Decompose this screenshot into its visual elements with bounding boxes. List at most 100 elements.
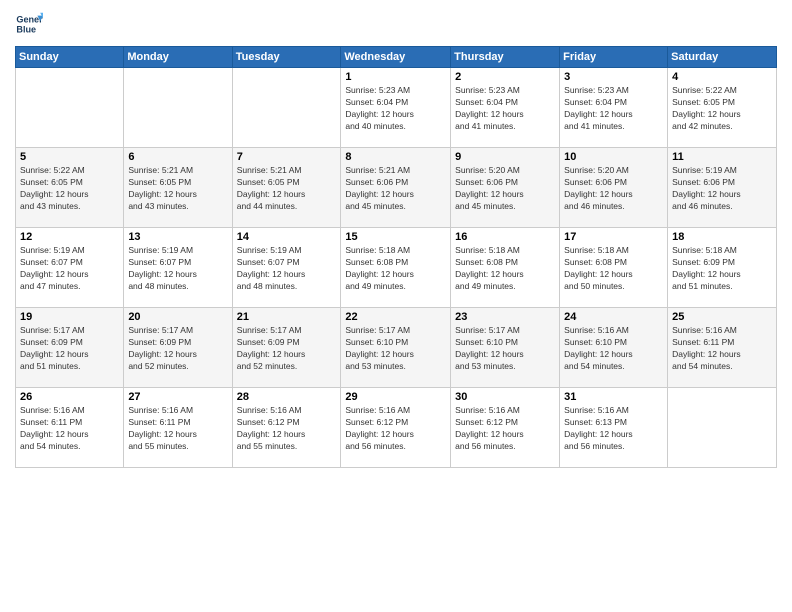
day-info: Sunrise: 5:16 AM Sunset: 6:10 PM Dayligh… <box>564 325 663 373</box>
day-number: 19 <box>20 311 119 323</box>
header-thursday: Thursday <box>451 47 560 68</box>
day-cell <box>124 68 232 148</box>
day-cell: 9 Sunrise: 5:20 AM Sunset: 6:06 PM Daylig… <box>451 148 560 228</box>
day-info: Sunrise: 5:19 AM Sunset: 6:07 PM Dayligh… <box>20 245 119 293</box>
day-cell: 17Sunrise: 5:18 AM Sunset: 6:08 PM Dayli… <box>560 228 668 308</box>
day-number: 25 <box>672 311 772 323</box>
day-info: Sunrise: 5:17 AM Sunset: 6:09 PM Dayligh… <box>128 325 227 373</box>
day-number: 13 <box>128 231 227 243</box>
day-cell: 23Sunrise: 5:17 AM Sunset: 6:10 PM Dayli… <box>451 308 560 388</box>
day-info: Sunrise: 5:21 AM Sunset: 6:06 PM Dayligh… <box>345 165 446 213</box>
day-info: Sunrise: 5:16 AM Sunset: 6:12 PM Dayligh… <box>345 405 446 453</box>
day-cell: 6 Sunrise: 5:21 AM Sunset: 6:05 PM Daylig… <box>124 148 232 228</box>
header-sunday: Sunday <box>16 47 124 68</box>
day-number: 16 <box>455 231 555 243</box>
day-info: Sunrise: 5:17 AM Sunset: 6:10 PM Dayligh… <box>345 325 446 373</box>
week-row-2: 5 Sunrise: 5:22 AM Sunset: 6:05 PM Daylig… <box>16 148 777 228</box>
day-number: 8 <box>345 151 446 163</box>
day-info: Sunrise: 5:18 AM Sunset: 6:09 PM Dayligh… <box>672 245 772 293</box>
day-number: 12 <box>20 231 119 243</box>
day-info: Sunrise: 5:21 AM Sunset: 6:05 PM Dayligh… <box>237 165 337 213</box>
day-number: 3 <box>564 71 663 83</box>
day-info: Sunrise: 5:19 AM Sunset: 6:07 PM Dayligh… <box>128 245 227 293</box>
day-info: Sunrise: 5:22 AM Sunset: 6:05 PM Dayligh… <box>672 85 772 133</box>
day-cell: 15Sunrise: 5:18 AM Sunset: 6:08 PM Dayli… <box>341 228 451 308</box>
day-cell: 19Sunrise: 5:17 AM Sunset: 6:09 PM Dayli… <box>16 308 124 388</box>
day-cell: 30Sunrise: 5:16 AM Sunset: 6:12 PM Dayli… <box>451 388 560 468</box>
day-info: Sunrise: 5:16 AM Sunset: 6:11 PM Dayligh… <box>20 405 119 453</box>
header-monday: Monday <box>124 47 232 68</box>
day-cell: 31Sunrise: 5:16 AM Sunset: 6:13 PM Dayli… <box>560 388 668 468</box>
day-cell <box>668 388 777 468</box>
day-cell: 14 Sunrise: 5:19 AM Sunset: 6:07 PM Dayli… <box>232 228 341 308</box>
day-cell: 18 Sunrise: 5:18 AM Sunset: 6:09 PM Dayli… <box>668 228 777 308</box>
day-info: Sunrise: 5:22 AM Sunset: 6:05 PM Dayligh… <box>20 165 119 213</box>
day-cell: 5 Sunrise: 5:22 AM Sunset: 6:05 PM Daylig… <box>16 148 124 228</box>
day-cell: 29 Sunrise: 5:16 AM Sunset: 6:12 PM Dayli… <box>341 388 451 468</box>
page: General Blue SundayMondayTuesdayWednesda… <box>0 0 792 612</box>
day-number: 4 <box>672 71 772 83</box>
day-number: 10 <box>564 151 663 163</box>
day-info: Sunrise: 5:23 AM Sunset: 6:04 PM Dayligh… <box>455 85 555 133</box>
day-number: 6 <box>128 151 227 163</box>
day-cell: 21 Sunrise: 5:17 AM Sunset: 6:09 PM Dayli… <box>232 308 341 388</box>
day-number: 31 <box>564 391 663 403</box>
day-info: Sunrise: 5:16 AM Sunset: 6:11 PM Dayligh… <box>128 405 227 453</box>
day-number: 27 <box>128 391 227 403</box>
header: General Blue <box>15 10 777 38</box>
day-info: Sunrise: 5:16 AM Sunset: 6:12 PM Dayligh… <box>455 405 555 453</box>
day-info: Sunrise: 5:23 AM Sunset: 6:04 PM Dayligh… <box>345 85 446 133</box>
day-cell <box>16 68 124 148</box>
day-info: Sunrise: 5:20 AM Sunset: 6:06 PM Dayligh… <box>455 165 555 213</box>
header-tuesday: Tuesday <box>232 47 341 68</box>
day-cell: 8 Sunrise: 5:21 AM Sunset: 6:06 PM Daylig… <box>341 148 451 228</box>
day-info: Sunrise: 5:18 AM Sunset: 6:08 PM Dayligh… <box>345 245 446 293</box>
week-row-3: 12 Sunrise: 5:19 AM Sunset: 6:07 PM Dayli… <box>16 228 777 308</box>
day-cell: 10 Sunrise: 5:20 AM Sunset: 6:06 PM Dayli… <box>560 148 668 228</box>
day-info: Sunrise: 5:20 AM Sunset: 6:06 PM Dayligh… <box>564 165 663 213</box>
day-cell: 24 Sunrise: 5:16 AM Sunset: 6:10 PM Dayli… <box>560 308 668 388</box>
day-number: 18 <box>672 231 772 243</box>
day-cell: 25Sunrise: 5:16 AM Sunset: 6:11 PM Dayli… <box>668 308 777 388</box>
day-cell <box>232 68 341 148</box>
day-number: 20 <box>128 311 227 323</box>
logo-icon: General Blue <box>15 10 43 38</box>
header-wednesday: Wednesday <box>341 47 451 68</box>
day-info: Sunrise: 5:19 AM Sunset: 6:07 PM Dayligh… <box>237 245 337 293</box>
day-cell: 13 Sunrise: 5:19 AM Sunset: 6:07 PM Dayli… <box>124 228 232 308</box>
week-row-4: 19 Sunrise: 5:17 AM Sunset: 6:09 PM Dayli… <box>16 308 777 388</box>
header-friday: Friday <box>560 47 668 68</box>
day-cell: 3 Sunrise: 5:23 AM Sunset: 6:04 PM Daylig… <box>560 68 668 148</box>
logo: General Blue <box>15 10 47 38</box>
day-info: Sunrise: 5:23 AM Sunset: 6:04 PM Dayligh… <box>564 85 663 133</box>
day-number: 11 <box>672 151 772 163</box>
day-number: 24 <box>564 311 663 323</box>
week-row-5: 26 Sunrise: 5:16 AM Sunset: 6:11 PM Dayli… <box>16 388 777 468</box>
day-cell: 27 Sunrise: 5:16 AM Sunset: 6:11 PM Dayli… <box>124 388 232 468</box>
day-cell: 20 Sunrise: 5:17 AM Sunset: 6:09 PM Dayli… <box>124 308 232 388</box>
day-number: 14 <box>237 231 337 243</box>
day-number: 17 <box>564 231 663 243</box>
day-info: Sunrise: 5:21 AM Sunset: 6:05 PM Dayligh… <box>128 165 227 213</box>
day-cell: 4 Sunrise: 5:22 AM Sunset: 6:05 PM Daylig… <box>668 68 777 148</box>
day-cell: 7Sunrise: 5:21 AM Sunset: 6:05 PM Daylig… <box>232 148 341 228</box>
day-cell: 28Sunrise: 5:16 AM Sunset: 6:12 PM Dayli… <box>232 388 341 468</box>
day-number: 21 <box>237 311 337 323</box>
day-info: Sunrise: 5:19 AM Sunset: 6:06 PM Dayligh… <box>672 165 772 213</box>
header-row: SundayMondayTuesdayWednesdayThursdayFrid… <box>16 47 777 68</box>
day-cell: 26 Sunrise: 5:16 AM Sunset: 6:11 PM Dayli… <box>16 388 124 468</box>
day-cell: 16Sunrise: 5:18 AM Sunset: 6:08 PM Dayli… <box>451 228 560 308</box>
day-info: Sunrise: 5:17 AM Sunset: 6:09 PM Dayligh… <box>237 325 337 373</box>
day-info: Sunrise: 5:16 AM Sunset: 6:12 PM Dayligh… <box>237 405 337 453</box>
day-number: 9 <box>455 151 555 163</box>
day-number: 26 <box>20 391 119 403</box>
day-number: 1 <box>345 71 446 83</box>
calendar: SundayMondayTuesdayWednesdayThursdayFrid… <box>15 46 777 468</box>
day-cell: 2Sunrise: 5:23 AM Sunset: 6:04 PM Daylig… <box>451 68 560 148</box>
day-cell: 11 Sunrise: 5:19 AM Sunset: 6:06 PM Dayli… <box>668 148 777 228</box>
day-number: 29 <box>345 391 446 403</box>
day-number: 5 <box>20 151 119 163</box>
week-row-1: 1 Sunrise: 5:23 AM Sunset: 6:04 PM Daylig… <box>16 68 777 148</box>
day-cell: 22Sunrise: 5:17 AM Sunset: 6:10 PM Dayli… <box>341 308 451 388</box>
header-saturday: Saturday <box>668 47 777 68</box>
